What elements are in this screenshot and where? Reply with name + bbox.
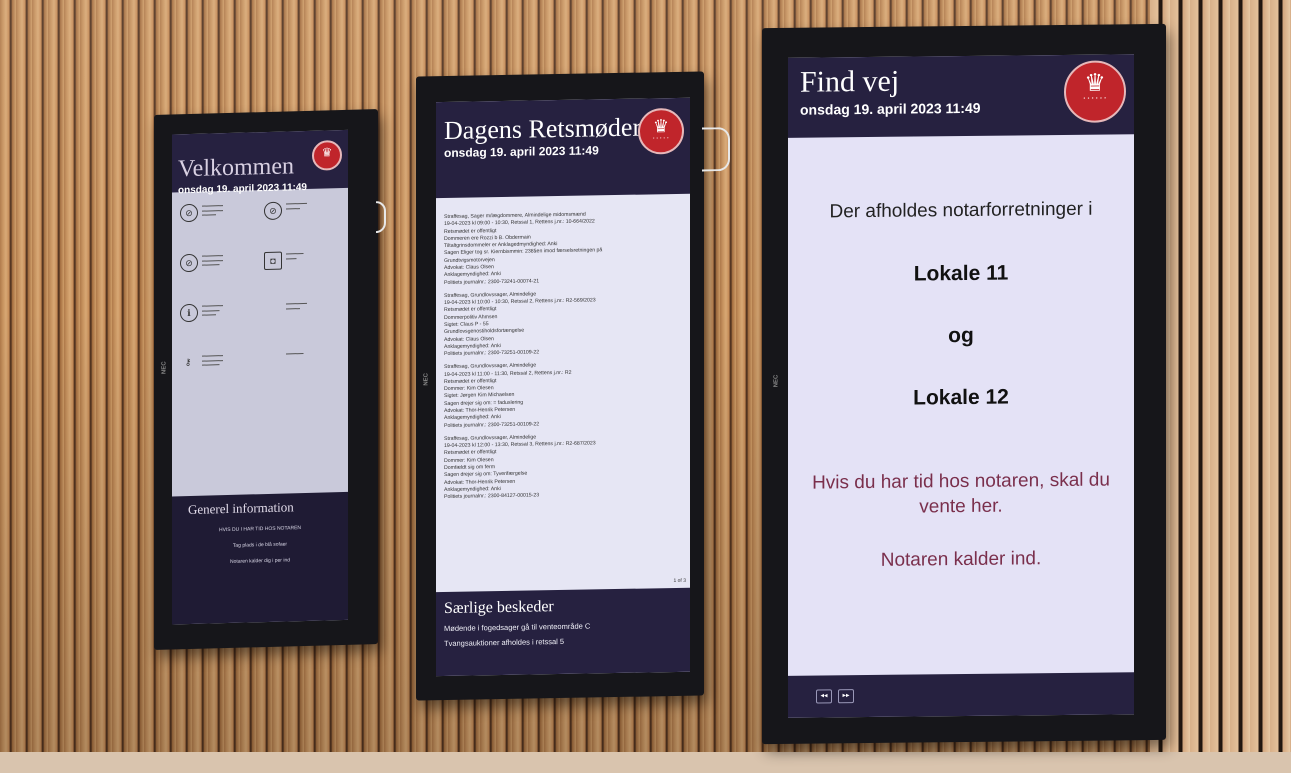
no-smoking-icon: ⊘ bbox=[180, 253, 198, 273]
rule-text: ▬▬▬▬▬ bbox=[286, 351, 304, 356]
screen-footer: ◂◂ ▸▸ bbox=[788, 672, 1134, 718]
rule-row: ℹ ▬▬▬▬▬▬ ▬▬▬▬▬ ▬▬▬▬ ▬▬▬▬▬▬ ▬▬▬▬ bbox=[178, 296, 344, 346]
hearing-entry: Straffesag, Grundlovssager, Almindelige 1… bbox=[444, 289, 680, 359]
no-food-icon: ⊘ bbox=[180, 203, 198, 223]
call-instruction: Notaren kalder ind. bbox=[880, 548, 1042, 572]
room-2: Lokale 12 bbox=[913, 385, 1009, 410]
hearing-entry: Straffesag, Grundlovssager, Almindelige 1… bbox=[444, 432, 680, 502]
hearings-list: Straffesag, Sager m/lægdommere, Almindel… bbox=[444, 210, 680, 508]
wait-instruction: Hvis du har tid hos notaren, skal du ven… bbox=[812, 469, 1110, 518]
info-icon: ℹ bbox=[180, 303, 198, 323]
court-seal-logo: ♛ • • • • • • bbox=[1064, 60, 1126, 123]
page-count: 1 of 3 bbox=[673, 577, 686, 585]
seal-lettering: • • • • • bbox=[653, 135, 669, 141]
screen-header: Find vej onsdag 19. april 2023 11:49 ♛ •… bbox=[788, 54, 1134, 138]
rule-text: ▬▬▬▬▬ ▬▬▬ bbox=[286, 251, 304, 261]
rule-row: ⚷ ▬▬▬▬▬▬ ▬▬▬▬▬▬ ▬▬▬▬▬ ▬▬▬▬▬ bbox=[178, 346, 344, 396]
crown-icon: ♛ bbox=[1084, 69, 1106, 97]
screen-header: Dagens Retsmøder onsdag 19. april 2023 1… bbox=[436, 97, 690, 199]
footer-title: Generel information bbox=[188, 499, 294, 518]
screen: Velkommen onsdag 19. april 2023 11:49 ♛ … bbox=[172, 129, 348, 625]
rule-row: ⊘ ▬▬▬▬▬▬ ▬▬▬▬▬▬ ▬▬▬▬▬ ◘ ▬▬▬▬▬ ▬▬▬ bbox=[178, 246, 344, 296]
screen-header: Velkommen onsdag 19. april 2023 11:49 ♛ bbox=[172, 129, 348, 196]
brand-label: NEC bbox=[423, 372, 430, 386]
keys-icon: ⚷ bbox=[184, 356, 192, 368]
rule-text: ▬▬▬▬▬▬ ▬▬▬▬▬▬ ▬▬▬▬▬ bbox=[202, 253, 223, 267]
cable bbox=[702, 127, 730, 172]
hearing-entry: Straffesag, Sager m/lægdommere, Almindel… bbox=[444, 210, 680, 287]
hearing-entry: Straffesag, Grundlovssager, Almindelige 1… bbox=[444, 360, 680, 430]
rule-text: ▬▬▬▬▬▬ ▬▬▬▬ bbox=[286, 200, 307, 211]
wall-slats-right bbox=[1150, 0, 1291, 773]
screen: Dagens Retsmøder onsdag 19. april 2023 1… bbox=[436, 97, 690, 677]
rule-text: ▬▬▬▬▬▬ ▬▬▬▬ bbox=[286, 300, 307, 311]
crown-icon: ♛ bbox=[652, 116, 670, 137]
monitor-hearings: NEC Dagens Retsmøder onsdag 19. april 20… bbox=[416, 71, 730, 701]
monitor-welcome: NEC Velkommen onsdag 19. april 2023 11:4… bbox=[154, 109, 386, 650]
screen-footer: Særlige beskeder Mødende i fogedsager gå… bbox=[436, 587, 690, 677]
no-phone-icon: ⊘ bbox=[264, 201, 282, 221]
info-line: HVIS DU I HAR TID HOS NOTAREN bbox=[218, 525, 302, 534]
crown-icon: ♛ bbox=[321, 145, 333, 160]
house-rules: ⊘ ▬▬▬▬▬▬ ▬▬▬▬▬▬ ▬▬▬▬ ⊘ ▬▬▬▬▬▬ ▬▬▬▬ ⊘ ▬▬▬▬▬▬… bbox=[178, 196, 344, 400]
floor bbox=[0, 752, 1291, 773]
rule-text: ▬▬▬▬▬▬ ▬▬▬▬▬▬ ▬▬▬▬ bbox=[202, 203, 223, 217]
info-line: Tag plads i de blå sofaer bbox=[232, 541, 288, 549]
info-line: Notaren kalder dig i per ind bbox=[229, 557, 291, 565]
intro-text: Der afholdes notarforretninger i bbox=[829, 198, 1093, 223]
find-way-body: Der afholdes notarforretninger i Lokale … bbox=[788, 134, 1134, 573]
camera-icon: ◘ bbox=[264, 251, 282, 271]
next-icon[interactable]: ▸▸ bbox=[838, 689, 854, 704]
screen-footer: Generel information HVIS DU I HAR TID HO… bbox=[172, 491, 348, 625]
previous-icon[interactable]: ◂◂ bbox=[816, 689, 832, 704]
brand-label: NEC bbox=[161, 361, 168, 375]
monitor-find-way: NEC Find vej onsdag 19. april 2023 11:49… bbox=[762, 23, 1166, 745]
room-1: Lokale 11 bbox=[913, 261, 1009, 286]
screen: Find vej onsdag 19. april 2023 11:49 ♛ •… bbox=[788, 54, 1134, 718]
rule-row: ⊘ ▬▬▬▬▬▬ ▬▬▬▬▬▬ ▬▬▬▬ ⊘ ▬▬▬▬▬▬ ▬▬▬▬ bbox=[178, 196, 344, 246]
brand-label: NEC bbox=[773, 374, 780, 388]
seal-lettering: • • • • • • bbox=[1083, 95, 1107, 102]
rule-text: ▬▬▬▬▬▬ ▬▬▬▬▬ ▬▬▬▬ bbox=[202, 303, 223, 317]
rule-text: ▬▬▬▬▬▬ ▬▬▬▬▬▬ ▬▬▬▬▬ bbox=[202, 353, 223, 367]
conjunction: og bbox=[948, 323, 974, 348]
